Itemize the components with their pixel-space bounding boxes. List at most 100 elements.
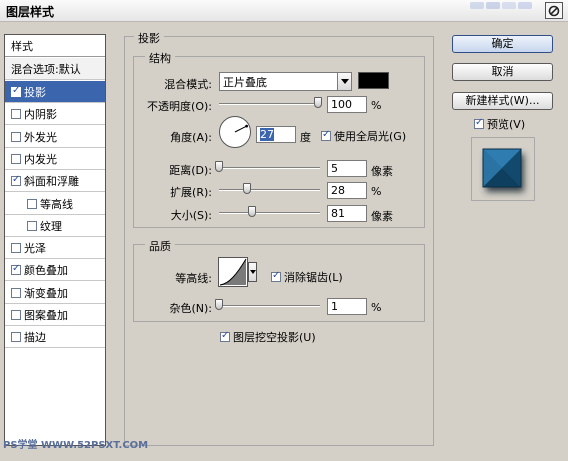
blend-mode-label: 混合模式: xyxy=(164,78,212,91)
contour-curve-icon xyxy=(219,258,247,286)
effect-label: 外发光 xyxy=(24,130,57,144)
effect-checkbox[interactable] xyxy=(11,109,21,120)
contour-picker[interactable] xyxy=(218,257,248,287)
preview-checkbox-box[interactable] xyxy=(474,117,484,129)
global-light-checkbox-box[interactable] xyxy=(321,129,331,141)
effect-checkbox[interactable] xyxy=(11,243,21,254)
effect-label: 内阴影 xyxy=(24,108,57,122)
effect-label: 纹理 xyxy=(40,219,62,233)
distance-slider-track[interactable] xyxy=(219,167,320,169)
effect-checkbox[interactable] xyxy=(11,332,21,343)
watermark: PS学堂 WWW.52PSXT.COM xyxy=(0,432,150,456)
noise-slider-thumb[interactable] xyxy=(215,299,223,310)
size-slider-thumb[interactable] xyxy=(247,206,256,217)
chevron-down-icon xyxy=(249,270,256,274)
spread-input[interactable]: 28 xyxy=(327,182,367,199)
antialias-label: 消除锯齿(L) xyxy=(284,271,343,284)
effect-checkbox[interactable] xyxy=(11,153,21,164)
global-light-label: 使用全局光(G) xyxy=(334,130,407,143)
shadow-color-swatch[interactable] xyxy=(358,72,389,89)
style-list-item[interactable]: 斜面和浮雕 xyxy=(5,170,105,193)
distance-label: 距离(D): xyxy=(169,164,212,177)
style-list-item[interactable]: 等高线 xyxy=(5,192,105,215)
panel-title: 投影 xyxy=(134,30,164,46)
style-list-item[interactable]: 颜色叠加 xyxy=(5,259,105,282)
spread-slider-thumb[interactable] xyxy=(242,183,251,194)
size-input[interactable]: 81 xyxy=(327,205,367,222)
effect-checkbox[interactable] xyxy=(11,310,21,320)
style-list-item[interactable]: 内阴影 xyxy=(5,103,105,126)
knockout-checkbox-box[interactable] xyxy=(220,330,230,342)
style-list-item[interactable]: 光泽 xyxy=(5,237,105,260)
cancel-button[interactable]: 取消 xyxy=(452,63,553,81)
size-slider-track[interactable] xyxy=(219,212,320,214)
effect-checkbox[interactable] xyxy=(11,287,21,298)
angle-input-value: 27 xyxy=(260,128,274,141)
title-bar: 图层样式 xyxy=(0,0,568,22)
no-entry-icon xyxy=(548,5,560,16)
effect-checkbox[interactable] xyxy=(27,198,37,209)
quality-title: 品质 xyxy=(145,238,175,254)
style-list: 样式 混合选项:默认 投影内阴影外发光内发光斜面和浮雕等高线纹理光泽颜色叠加渐变… xyxy=(4,34,106,446)
blend-mode-value: 正片叠底 xyxy=(223,76,267,89)
effect-label: 图案叠加 xyxy=(24,309,68,322)
effect-checkbox[interactable] xyxy=(11,85,21,97)
blend-mode-select[interactable]: 正片叠底 xyxy=(219,72,339,91)
style-list-item[interactable]: 内发光 xyxy=(5,147,105,170)
blend-mode-dropdown-button[interactable] xyxy=(337,72,352,91)
knockout-label: 图层挖空投影(U) xyxy=(233,331,316,344)
blending-options-item[interactable]: 混合选项:默认 xyxy=(5,58,105,80)
effect-checkbox[interactable] xyxy=(27,220,37,231)
antialias-checkbox-box[interactable] xyxy=(271,270,281,282)
preview-checkbox[interactable]: 预览(V) xyxy=(474,116,525,132)
effect-label: 颜色叠加 xyxy=(24,264,68,278)
opacity-slider-thumb[interactable] xyxy=(314,97,322,108)
effect-checkbox[interactable] xyxy=(11,131,21,142)
angle-dial-icon xyxy=(219,116,251,148)
angle-dial[interactable] xyxy=(218,115,252,149)
distance-input[interactable]: 5 xyxy=(327,160,367,177)
effect-label: 描边 xyxy=(24,331,46,345)
style-list-item[interactable]: 渐变叠加 xyxy=(5,281,105,304)
antialias-checkbox[interactable]: 消除锯齿(L) xyxy=(271,269,343,285)
effect-label: 斜面和浮雕 xyxy=(24,175,79,189)
style-list-item[interactable]: 描边 xyxy=(5,326,105,349)
ok-button[interactable]: 确定 xyxy=(452,35,553,53)
opacity-slider-track[interactable] xyxy=(219,103,320,105)
noise-slider-track[interactable] xyxy=(219,305,320,307)
distance-unit: 像素 xyxy=(371,165,393,178)
noise-input[interactable]: 1 xyxy=(327,298,367,315)
noise-label: 杂色(N): xyxy=(169,302,212,315)
style-list-item[interactable]: 外发光 xyxy=(5,125,105,148)
effect-label: 等高线 xyxy=(40,197,73,211)
angle-input[interactable]: 27 xyxy=(256,126,296,143)
style-list-item[interactable]: 投影 xyxy=(5,81,105,103)
effect-label: 渐变叠加 xyxy=(24,286,68,300)
style-list-item[interactable]: 纹理 xyxy=(5,214,105,237)
window-title: 图层样式 xyxy=(6,5,55,19)
style-list-header[interactable]: 样式 xyxy=(5,35,105,57)
spread-slider-track[interactable] xyxy=(219,189,320,191)
effect-label: 内发光 xyxy=(24,152,57,166)
distance-slider-thumb[interactable] xyxy=(215,161,223,172)
opacity-label: 不透明度(O): xyxy=(147,100,212,113)
effect-label: 光泽 xyxy=(24,242,46,256)
knockout-checkbox[interactable]: 图层挖空投影(U) xyxy=(220,329,316,345)
global-light-checkbox[interactable]: 使用全局光(G) xyxy=(321,128,406,144)
opacity-unit: % xyxy=(371,99,382,112)
opacity-input[interactable]: 100 xyxy=(327,96,367,113)
effect-checkbox[interactable] xyxy=(11,263,21,276)
new-style-button[interactable]: 新建样式(W)... xyxy=(452,92,553,110)
spread-unit: % xyxy=(371,185,382,198)
spread-label: 扩展(R): xyxy=(170,186,212,199)
contour-dropdown-button[interactable] xyxy=(248,262,257,282)
contour-label: 等高线: xyxy=(175,272,212,285)
windows-logo-icon xyxy=(486,2,500,9)
windows-logo-icon xyxy=(518,2,532,9)
close-button[interactable] xyxy=(545,2,563,19)
windows-logo-icon xyxy=(470,2,484,9)
effect-checkbox[interactable] xyxy=(11,174,21,187)
size-unit: 像素 xyxy=(371,210,393,223)
preview-swatch xyxy=(482,148,524,192)
style-list-item[interactable]: 图案叠加 xyxy=(5,304,105,326)
